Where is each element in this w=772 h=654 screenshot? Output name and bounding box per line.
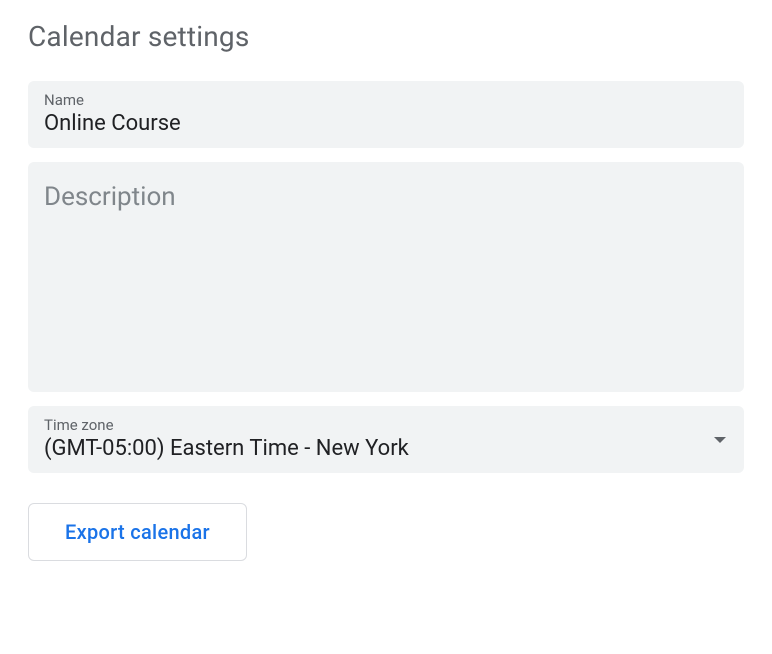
description-input[interactable] bbox=[44, 182, 728, 362]
timezone-value: (GMT-05:00) Eastern Time - New York bbox=[44, 436, 728, 461]
name-label: Name bbox=[44, 91, 728, 109]
page-title: Calendar settings bbox=[28, 20, 744, 53]
name-input[interactable] bbox=[44, 111, 728, 136]
name-field-container[interactable]: Name bbox=[28, 81, 744, 148]
timezone-label: Time zone bbox=[44, 416, 728, 434]
export-calendar-button[interactable]: Export calendar bbox=[28, 503, 247, 561]
timezone-dropdown[interactable]: Time zone (GMT-05:00) Eastern Time - New… bbox=[28, 406, 744, 473]
chevron-down-icon bbox=[714, 437, 726, 443]
description-field-container[interactable] bbox=[28, 162, 744, 392]
